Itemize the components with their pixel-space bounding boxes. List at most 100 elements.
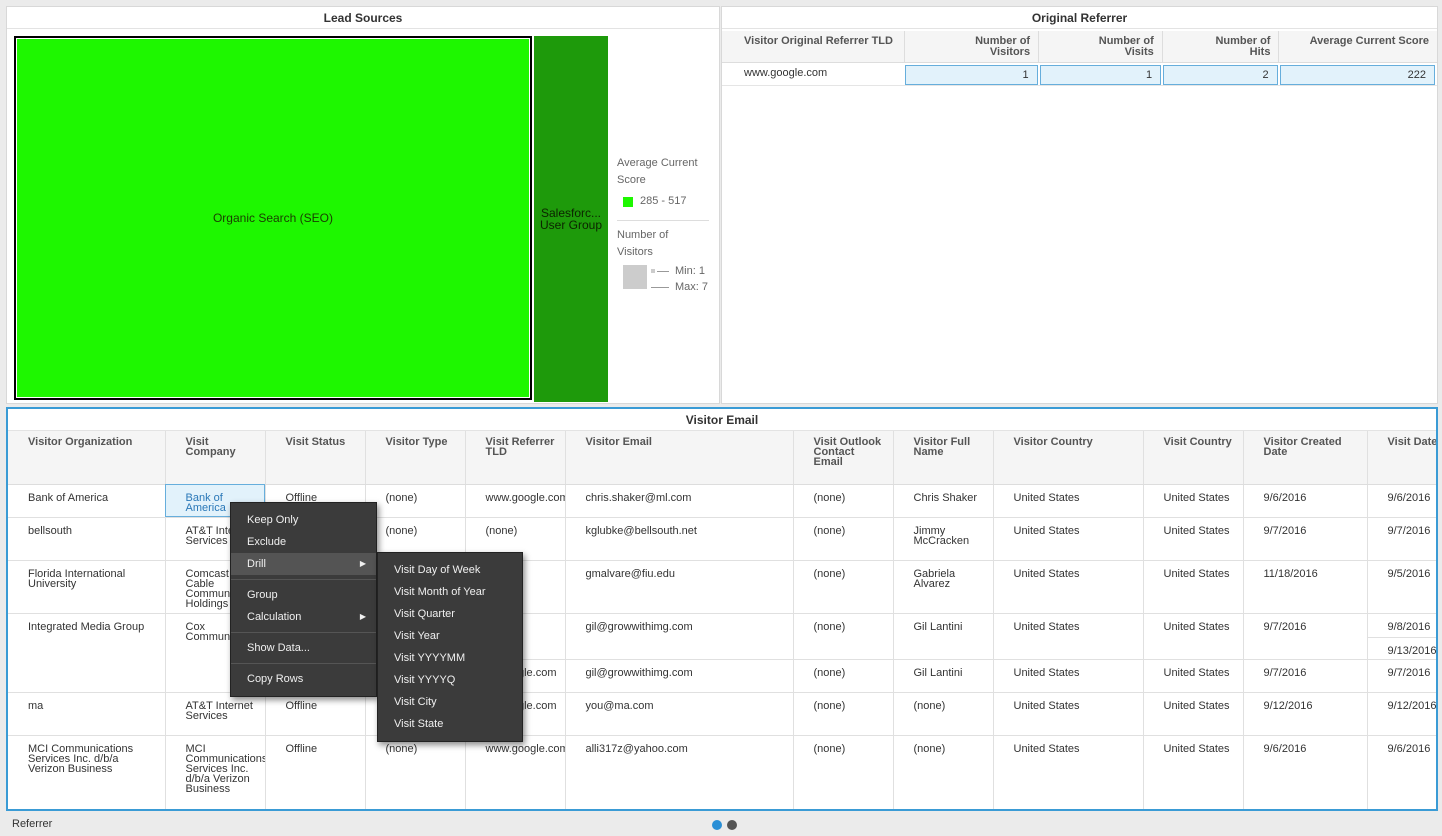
- sheet-tab-referrer[interactable]: Referrer: [12, 818, 52, 830]
- cell-name[interactable]: Gil Lantini: [893, 613, 994, 660]
- cell-visitor-country[interactable]: United States: [993, 560, 1144, 614]
- cell-org[interactable]: MCI Communications Services Inc. d/b/a V…: [8, 735, 166, 809]
- table-row[interactable]: bellsouth AT&T Internet Services (none) …: [8, 517, 1436, 561]
- column-header[interactable]: Visit Status: [265, 431, 366, 485]
- cell-outlook[interactable]: (none): [793, 517, 894, 561]
- cell-org[interactable]: Integrated Media Group: [8, 613, 166, 659]
- cell-date[interactable]: 9/8/2016: [1368, 614, 1437, 637]
- table-row[interactable]: www.google.com gil@growwithimg.com (none…: [8, 659, 1436, 693]
- column-header[interactable]: Visit Country: [1143, 431, 1244, 485]
- column-header[interactable]: Visitor Type: [365, 431, 466, 485]
- column-header[interactable]: Visitor Email: [565, 431, 794, 485]
- cell-date[interactable]: 9/6/2016: [1367, 484, 1436, 518]
- cell-name[interactable]: Chris Shaker: [893, 484, 994, 518]
- submenu-item-quarter[interactable]: Visit Quarter: [378, 603, 522, 625]
- cell-email[interactable]: gil@growwithimg.com: [565, 613, 794, 660]
- cell-created[interactable]: 11/18/2016: [1243, 560, 1368, 614]
- cell-visitor-country[interactable]: United States: [993, 484, 1144, 518]
- cell-country[interactable]: United States: [1143, 735, 1244, 809]
- cell-org[interactable]: Bank of America: [8, 484, 166, 518]
- cell-date[interactable]: 9/7/2016: [1367, 517, 1436, 561]
- cell-visitor-country[interactable]: United States: [993, 613, 1144, 660]
- cell-email[interactable]: gmalvare@fiu.edu: [565, 560, 794, 614]
- column-header[interactable]: Average Current Score: [1279, 31, 1437, 62]
- cell-org[interactable]: Florida International University: [8, 560, 166, 614]
- cell-email[interactable]: you@ma.com: [565, 692, 794, 736]
- treemap-tile-salesforce-user-group[interactable]: Salesforc... User Group: [534, 36, 608, 402]
- column-header[interactable]: Visit Outlook Contact Email: [793, 431, 894, 485]
- column-header[interactable]: Visitor Original Referrer TLD: [722, 31, 906, 62]
- column-header[interactable]: Visitor Country: [993, 431, 1144, 485]
- cell-date-split[interactable]: 9/8/2016 9/13/2016: [1367, 613, 1437, 660]
- page-dot-active[interactable]: [712, 820, 722, 830]
- cell-country[interactable]: United States: [1143, 560, 1244, 614]
- table-row[interactable]: ma AT&T Internet Services Offline www.go…: [8, 692, 1436, 736]
- cell-country[interactable]: United States: [1143, 517, 1244, 561]
- cell-visitor-country[interactable]: United States: [993, 735, 1144, 809]
- cell-created[interactable]: 9/6/2016: [1243, 735, 1368, 809]
- cell-tld[interactable]: www.google.com: [465, 735, 566, 809]
- treemap-tile-organic-search[interactable]: Organic Search (SEO): [14, 36, 532, 400]
- visits-cell[interactable]: 1: [1039, 65, 1162, 85]
- cell-date[interactable]: 9/7/2016: [1367, 659, 1436, 693]
- cell-name[interactable]: Gil Lantini: [893, 659, 994, 693]
- cell-email[interactable]: gil@growwithimg.com: [565, 659, 794, 693]
- table-row[interactable]: www.google.com 1 1 2 222: [722, 64, 1437, 86]
- submenu-item-month-of-year[interactable]: Visit Month of Year: [378, 581, 522, 603]
- cell-country[interactable]: United States: [1143, 659, 1244, 693]
- cell-email[interactable]: chris.shaker@ml.com: [565, 484, 794, 518]
- cell-country[interactable]: United States: [1143, 613, 1244, 660]
- cell-tld[interactable]: www.google.com: [465, 484, 566, 518]
- column-header[interactable]: Visitor Full Name: [893, 431, 994, 485]
- cell-name[interactable]: Jimmy McCracken: [893, 517, 994, 561]
- cell-org[interactable]: [8, 659, 166, 693]
- column-header[interactable]: Visitor Organization: [8, 431, 166, 485]
- column-header[interactable]: Visit Company: [165, 431, 266, 485]
- cell-date[interactable]: 9/12/2016: [1367, 692, 1436, 736]
- cell-outlook[interactable]: (none): [793, 613, 894, 660]
- cell-status[interactable]: Offline: [265, 692, 366, 736]
- cell-org[interactable]: bellsouth: [8, 517, 166, 561]
- cell-date[interactable]: 9/13/2016: [1367, 636, 1436, 659]
- cell-country[interactable]: United States: [1143, 484, 1244, 518]
- submenu-item-city[interactable]: Visit City: [378, 691, 522, 713]
- menu-item-calculation[interactable]: Calculation ▶: [231, 606, 376, 628]
- cell-created[interactable]: 9/12/2016: [1243, 692, 1368, 736]
- column-header[interactable]: Visit Referrer TLD: [465, 431, 566, 485]
- column-header[interactable]: Visitor Created Date: [1243, 431, 1368, 485]
- table-row[interactable]: Integrated Media Group Cox Communication…: [8, 613, 1437, 660]
- cell-type[interactable]: (none): [365, 484, 466, 518]
- column-header[interactable]: Visit Date: [1367, 431, 1436, 485]
- cell-visitor-country[interactable]: United States: [993, 659, 1144, 693]
- score-cell[interactable]: 222: [1279, 65, 1435, 85]
- cell-name[interactable]: (none): [893, 692, 994, 736]
- cell-status[interactable]: Offline: [265, 735, 366, 809]
- cell-created[interactable]: 9/7/2016: [1243, 659, 1368, 693]
- visitors-cell[interactable]: 1: [905, 65, 1038, 85]
- cell-outlook[interactable]: (none): [793, 735, 894, 809]
- cell-visitor-country[interactable]: United States: [993, 517, 1144, 561]
- submenu-item-year[interactable]: Visit Year: [378, 625, 522, 647]
- menu-item-show-data[interactable]: Show Data...: [231, 637, 376, 659]
- cell-outlook[interactable]: (none): [793, 659, 894, 693]
- cell-email[interactable]: kglubke@bellsouth.net: [565, 517, 794, 561]
- cell-outlook[interactable]: (none): [793, 692, 894, 736]
- menu-item-group[interactable]: Group: [231, 584, 376, 606]
- cell-name[interactable]: (none): [893, 735, 994, 809]
- cell-name[interactable]: Gabriela Alvarez: [893, 560, 994, 614]
- table-row[interactable]: Bank of America Bank of America Offline …: [8, 484, 1436, 518]
- table-row[interactable]: Florida International University Comcast…: [8, 560, 1436, 614]
- menu-item-keep-only[interactable]: Keep Only: [231, 509, 376, 531]
- table-row[interactable]: MCI Communications Services Inc. d/b/a V…: [8, 735, 1436, 809]
- submenu-item-yyyymm[interactable]: Visit YYYYMM: [378, 647, 522, 669]
- cell-created[interactable]: 9/7/2016: [1243, 517, 1368, 561]
- menu-item-copy-rows[interactable]: Copy Rows: [231, 668, 376, 690]
- cell-company[interactable]: AT&T Internet Services: [165, 692, 266, 736]
- column-header[interactable]: Number of Hits: [1163, 31, 1280, 62]
- menu-item-drill[interactable]: Drill ▶: [231, 553, 376, 575]
- column-header[interactable]: Number of Visits: [1039, 31, 1163, 62]
- cell-org[interactable]: ma: [8, 692, 166, 736]
- cell-visitor-country[interactable]: United States: [993, 692, 1144, 736]
- cell-outlook[interactable]: (none): [793, 484, 894, 518]
- menu-item-exclude[interactable]: Exclude: [231, 531, 376, 553]
